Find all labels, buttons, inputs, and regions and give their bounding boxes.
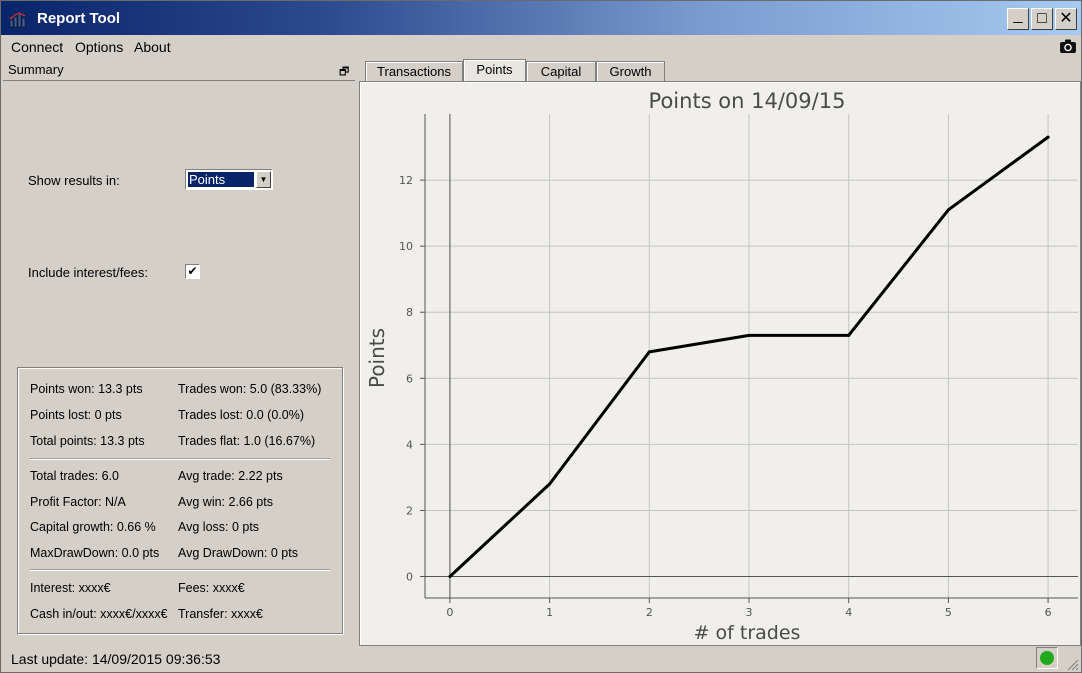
connection-status-icon [1040, 651, 1054, 665]
menu-about[interactable]: About [134, 39, 171, 55]
minimize-button[interactable]: _ [1007, 8, 1029, 30]
y-axis-label: Points [365, 328, 389, 388]
stat-profit-factor: Profit Factor: N/A [30, 495, 126, 509]
x-tick-label: 5 [945, 606, 952, 619]
points-tab-content: Points on 14/09/15 Points # of trades 0 1… [359, 81, 1081, 646]
stat-avg-drawdown: Avg DrawDown: 0 pts [178, 546, 298, 560]
stat-max-drawdown: MaxDrawDown: 0.0 pts [30, 546, 160, 560]
show-results-label: Show results in: [28, 173, 120, 188]
stats-divider [30, 458, 330, 460]
checkmark-icon: ✔ [187, 264, 198, 278]
close-icon: ✕ [1059, 10, 1073, 27]
stat-fees: Fees: xxxx€ [178, 581, 245, 595]
stat-cash-inout: Cash in/out: xxxx€/xxxx€ [30, 607, 168, 621]
close-button[interactable]: ✕ [1055, 8, 1077, 30]
chart-panel: Transactions Points Capital Growth Point… [359, 59, 1081, 646]
minimize-icon: _ [1013, 7, 1023, 24]
stat-avg-win: Avg win: 2.66 pts [178, 495, 273, 509]
stat-avg-trade: Avg trade: 2.22 pts [178, 469, 283, 483]
data-point [1046, 135, 1050, 139]
y-tick-label: 12 [399, 174, 413, 187]
x-tick-label: 2 [646, 606, 653, 619]
stat-trades-lost: Trades lost: 0.0 (0.0%) [178, 408, 304, 422]
y-tick-label: 10 [399, 240, 413, 253]
data-point [548, 482, 552, 486]
stats-divider [30, 569, 330, 571]
include-fees-checkbox[interactable]: ✔ [185, 264, 200, 279]
connection-status [1036, 647, 1058, 669]
stat-trades-flat: Trades flat: 1.0 (16.67%) [178, 434, 316, 448]
chart-app-icon [9, 12, 26, 28]
x-tick-label: 1 [546, 606, 553, 619]
x-tick-label: 3 [746, 606, 753, 619]
menu-bar: Connect Options About [1, 36, 1081, 58]
summary-header: Summary 🗗 [3, 59, 355, 81]
stat-points-lost: Points lost: 0 pts [30, 408, 122, 422]
undock-icon[interactable]: 🗗 [339, 63, 349, 82]
report-tool-window: Report Tool _ □ ✕ Connect Options About … [0, 0, 1082, 673]
summary-title: Summary [8, 62, 64, 77]
tab-transactions[interactable]: Transactions [365, 61, 463, 82]
summary-panel: Summary 🗗 Show results in: Points ▼ Incl… [3, 59, 355, 644]
show-results-value: Points [188, 172, 254, 187]
data-point [647, 350, 651, 354]
chevron-down-icon[interactable]: ▼ [256, 171, 271, 188]
stat-avg-loss: Avg loss: 0 pts [178, 520, 260, 534]
stats-box: Points won: 13.3 pts Trades won: 5.0 (83… [17, 367, 343, 634]
tab-capital[interactable]: Capital [526, 61, 596, 82]
menu-options[interactable]: Options [75, 39, 123, 55]
chart-title: Points on 14/09/15 [649, 89, 846, 113]
last-update-status: Last update: 14/09/2015 09:36:53 [11, 651, 221, 667]
y-tick-label: 6 [406, 372, 413, 385]
window-title: Report Tool [37, 10, 121, 27]
stat-transfer: Transfer: xxxx€ [178, 607, 263, 621]
data-point [448, 575, 452, 579]
maximize-button[interactable]: □ [1031, 8, 1053, 30]
tab-growth[interactable]: Growth [596, 61, 665, 82]
points-chart: Points on 14/09/15 Points # of trades 0 1… [365, 89, 1078, 644]
resize-grip-icon[interactable] [1065, 657, 1079, 671]
title-bar[interactable]: Report Tool _ □ ✕ [1, 1, 1081, 35]
data-point [847, 333, 851, 337]
stat-trades-won: Trades won: 5.0 (83.33%) [178, 382, 322, 396]
camera-icon[interactable] [1059, 38, 1077, 54]
show-results-select[interactable]: Points ▼ [185, 169, 273, 190]
data-point [747, 333, 751, 337]
stat-interest: Interest: xxxx€ [30, 581, 111, 595]
x-tick-label: 0 [446, 606, 453, 619]
y-tick-label: 4 [406, 438, 413, 451]
menu-connect[interactable]: Connect [11, 39, 63, 55]
y-tick-label: 8 [406, 306, 413, 319]
data-point [946, 208, 950, 212]
tab-points[interactable]: Points [463, 59, 526, 82]
stat-capital-growth: Capital growth: 0.66 % [30, 520, 156, 534]
tab-bar: Transactions Points Capital Growth [359, 59, 1081, 82]
stat-total-points: Total points: 13.3 pts [30, 434, 145, 448]
y-tick-label: 2 [406, 504, 413, 517]
stat-points-won: Points won: 13.3 pts [30, 382, 143, 396]
stat-total-trades: Total trades: 6.0 [30, 469, 119, 483]
x-axis-label: # of trades [694, 622, 801, 644]
x-tick-label: 4 [845, 606, 852, 619]
include-fees-label: Include interest/fees: [28, 265, 148, 280]
y-tick-label: 0 [406, 571, 413, 584]
maximize-icon: □ [1037, 10, 1047, 27]
x-tick-label: 6 [1045, 606, 1052, 619]
